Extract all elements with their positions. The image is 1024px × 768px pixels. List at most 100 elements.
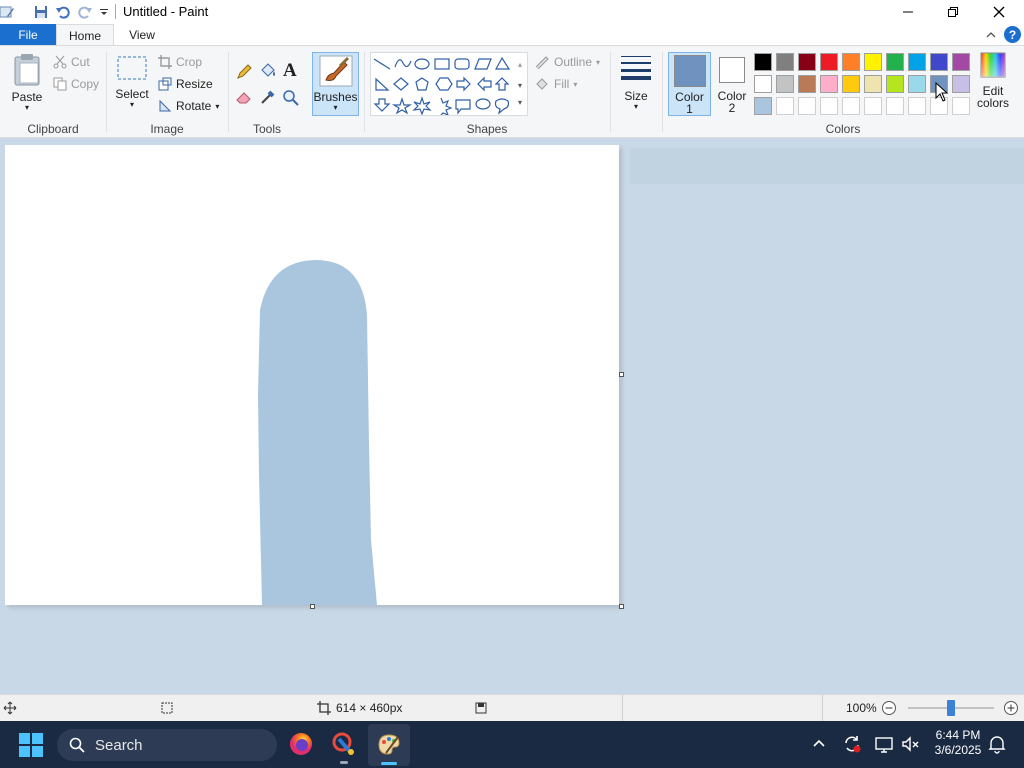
edit-colors-label-2: colors: [976, 96, 1009, 110]
resize-button[interactable]: Resize: [158, 77, 213, 91]
tab-home[interactable]: Home: [56, 24, 114, 46]
shapes-expand-icon[interactable]: ▾: [514, 96, 526, 110]
paste-dropdown-icon[interactable]: ▾: [25, 104, 29, 112]
tab-file[interactable]: File: [0, 24, 56, 46]
text-tool-icon[interactable]: A: [283, 60, 297, 82]
fill-bucket-icon[interactable]: [258, 62, 278, 83]
shapes-scroll-up-icon[interactable]: ▴: [514, 54, 526, 75]
selection-size-icon: [160, 701, 174, 718]
palette-swatch[interactable]: [842, 75, 860, 93]
palette-swatch[interactable]: [842, 53, 860, 71]
notifications-bell-icon[interactable]: [988, 734, 1006, 757]
palette-swatch[interactable]: [754, 97, 772, 115]
restore-button[interactable]: [930, 0, 976, 24]
crop-button[interactable]: Crop: [158, 55, 202, 69]
palette-swatch[interactable]: [776, 53, 794, 71]
palette-swatch[interactable]: [952, 97, 970, 115]
shapes-scroll-down-icon[interactable]: ▾: [514, 75, 526, 96]
tab-view[interactable]: View: [118, 24, 166, 46]
eraser-icon[interactable]: [235, 90, 253, 107]
drawing-canvas[interactable]: [5, 145, 619, 605]
cursor-position-icon: [3, 701, 17, 718]
rotate-button[interactable]: Rotate ▾: [158, 99, 219, 113]
taskbar-search-box[interactable]: Search: [57, 729, 277, 761]
size-label: Size: [624, 89, 648, 103]
paste-button[interactable]: Paste ▾: [8, 52, 46, 116]
palette-swatch[interactable]: [820, 97, 838, 115]
select-button[interactable]: Select ▾: [113, 55, 151, 117]
brushes-button[interactable]: Brushes ▾: [312, 52, 359, 116]
canvas-resize-handle-bottom[interactable]: [310, 604, 315, 609]
outline-button[interactable]: Outline ▾: [534, 55, 600, 69]
window-title: Untitled - Paint: [123, 4, 209, 19]
canvas-resize-handle-corner[interactable]: [619, 604, 624, 609]
fill-button[interactable]: Fill ▾: [534, 77, 577, 91]
palette-swatch[interactable]: [864, 53, 882, 71]
zoom-out-button[interactable]: [881, 700, 897, 719]
paste-label: Paste: [11, 90, 43, 104]
rotate-dropdown-icon[interactable]: ▾: [215, 102, 219, 111]
show-hidden-icons-icon[interactable]: [812, 737, 826, 752]
magnifier-icon[interactable]: [282, 89, 300, 110]
palette-swatch[interactable]: [754, 75, 772, 93]
volume-muted-icon[interactable]: [900, 734, 920, 757]
cut-button[interactable]: Cut: [53, 55, 90, 69]
size-dropdown-icon[interactable]: ▾: [634, 103, 638, 111]
palette-swatch[interactable]: [776, 75, 794, 93]
palette-swatch[interactable]: [930, 53, 948, 71]
palette-swatch[interactable]: [776, 97, 794, 115]
scissors-icon: [53, 55, 67, 69]
minimize-button[interactable]: [885, 0, 931, 24]
windows-start-icon[interactable]: [18, 732, 44, 761]
firefox-icon[interactable]: [288, 731, 314, 760]
zoom-slider-thumb[interactable]: [947, 700, 955, 716]
cut-label: Cut: [71, 55, 90, 69]
close-button[interactable]: [976, 0, 1022, 24]
sync-icon[interactable]: [842, 734, 862, 757]
brushes-dropdown-icon[interactable]: ▾: [333, 104, 337, 112]
ribbon-tabs: File Home View ?: [0, 24, 1024, 46]
palette-swatch[interactable]: [886, 97, 904, 115]
copy-button[interactable]: Copy: [53, 77, 99, 91]
palette-swatch[interactable]: [908, 75, 926, 93]
palette-swatch[interactable]: [842, 97, 860, 115]
palette-swatch[interactable]: [820, 75, 838, 93]
pencil-icon[interactable]: [235, 63, 253, 84]
select-dropdown-icon[interactable]: ▾: [130, 101, 134, 109]
color2-button[interactable]: Color 2: [714, 52, 750, 116]
save-icon[interactable]: [32, 3, 50, 21]
edit-colors-button[interactable]: Edit colors: [974, 52, 1012, 116]
palette-swatch[interactable]: [908, 97, 926, 115]
rotate-icon: [159, 99, 172, 112]
brushes-label: Brushes: [313, 90, 358, 104]
palette-swatch[interactable]: [952, 53, 970, 71]
pinned-app-icon[interactable]: [331, 731, 357, 760]
quick-access-dropdown-icon[interactable]: [95, 3, 113, 21]
painted-stroke: [258, 260, 377, 605]
palette-swatch[interactable]: [886, 53, 904, 71]
palette-swatch[interactable]: [952, 75, 970, 93]
color1-button[interactable]: Color 1: [668, 52, 711, 116]
palette-swatch[interactable]: [798, 75, 816, 93]
canvas-resize-handle-right[interactable]: [619, 372, 624, 377]
redo-icon[interactable]: [76, 3, 94, 21]
palette-swatch[interactable]: [864, 75, 882, 93]
palette-swatch[interactable]: [886, 75, 904, 93]
color-picker-icon[interactable]: [259, 88, 277, 109]
collapse-ribbon-icon[interactable]: [986, 28, 996, 42]
size-button[interactable]: Size ▾: [617, 52, 655, 116]
palette-swatch[interactable]: [798, 97, 816, 115]
status-bar: 614 × 460px 100%: [0, 694, 1024, 721]
help-icon[interactable]: ?: [1004, 26, 1021, 43]
paste-icon: [14, 54, 40, 86]
palette-swatch[interactable]: [820, 53, 838, 71]
palette-swatch[interactable]: [754, 53, 772, 71]
network-icon[interactable]: [874, 734, 894, 757]
palette-swatch[interactable]: [798, 53, 816, 71]
palette-swatch[interactable]: [864, 97, 882, 115]
palette-swatch[interactable]: [908, 53, 926, 71]
paint-taskbar-button[interactable]: [368, 724, 410, 766]
taskbar-clock[interactable]: 6:44 PM 3/6/2025: [928, 728, 988, 758]
undo-icon[interactable]: [54, 3, 72, 21]
zoom-in-button[interactable]: [1003, 700, 1019, 719]
